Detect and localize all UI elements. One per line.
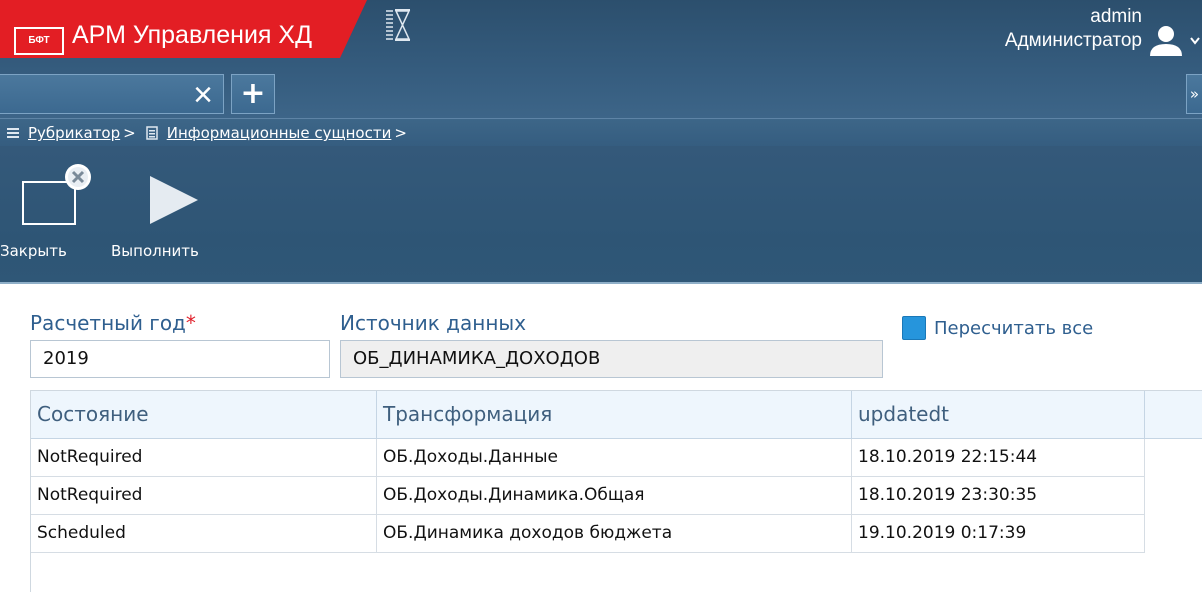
cell-state: NotRequired	[31, 439, 377, 477]
breadcrumb-separator: >	[394, 124, 407, 142]
year-input[interactable]: 2019	[30, 340, 330, 378]
toolbar: Закрыть Выполнить	[0, 146, 1202, 284]
brand-banner: БФТ АРМ Управления ХД	[0, 0, 367, 58]
cell-transformation: ОБ.Доходы.Данные	[377, 439, 852, 477]
source-field: ОБ_ДИНАМИКА_ДОХОДОВ	[340, 340, 883, 378]
tabs-overflow-icon[interactable]: »	[1186, 74, 1202, 114]
column-header-updatedt[interactable]: updatedt	[852, 391, 1145, 439]
close-icon[interactable]: ×	[193, 78, 213, 112]
table-row[interactable]: NotRequired ОБ.Доходы.Динамика.Общая 18.…	[31, 477, 1145, 515]
document-icon	[145, 126, 158, 140]
column-header-transformation[interactable]: Трансформация	[377, 391, 852, 439]
column-header-extra	[1145, 391, 1202, 439]
year-field-label: Расчетный год*	[30, 311, 196, 335]
cell-transformation: ОБ.Динамика доходов бюджета	[377, 515, 852, 553]
cell-updatedt: 18.10.2019 22:15:44	[852, 439, 1145, 477]
source-field-label: Источник данных	[340, 311, 527, 335]
required-mark: *	[185, 311, 196, 335]
app-title: АРМ Управления ХД	[72, 21, 313, 49]
chevron-down-icon[interactable]	[1190, 36, 1200, 46]
user-icon[interactable]	[1146, 22, 1186, 62]
recalc-all-label: Пересчитать все	[934, 317, 1094, 339]
run-button-label: Выполнить	[111, 242, 199, 260]
user-role: Администратор	[1004, 30, 1142, 51]
breadcrumb-bar: Рубрикатор > Информационные сущности >	[0, 118, 1202, 146]
user-info[interactable]: admin Администратор	[1005, 5, 1142, 53]
close-button-label: Закрыть	[0, 242, 67, 260]
close-form-icon	[22, 164, 91, 225]
checkbox-indicator[interactable]	[902, 316, 926, 340]
tab-bar: × + »	[0, 68, 1202, 114]
cell-updatedt: 18.10.2019 23:30:35	[852, 477, 1145, 515]
app-window: БФТ АРМ Управления ХД admin Администрато…	[0, 0, 1202, 592]
breadcrumb-item-rubricator[interactable]: Рубрикатор	[28, 124, 120, 142]
table-row[interactable]: Scheduled ОБ.Динамика доходов бюджета 19…	[31, 515, 1145, 553]
cell-state: Scheduled	[31, 515, 377, 553]
transform-grid: Состояние Трансформация updatedt NotRequ…	[30, 390, 1202, 592]
recalc-all-checkbox[interactable]: Пересчитать все	[902, 316, 1093, 340]
grid-header: Состояние Трансформация updatedt	[31, 391, 1202, 439]
table-row[interactable]: NotRequired ОБ.Доходы.Данные 18.10.2019 …	[31, 439, 1145, 477]
hourglass-icon[interactable]	[382, 8, 412, 42]
brand-logo: БФТ	[14, 27, 64, 55]
play-icon	[150, 176, 198, 224]
breadcrumb-separator: >	[123, 124, 136, 142]
breadcrumb-item-info-entities[interactable]: Информационные сущности	[167, 124, 392, 142]
column-header-state[interactable]: Состояние	[31, 391, 377, 439]
cell-state: NotRequired	[31, 477, 377, 515]
tab-active[interactable]: ×	[0, 74, 224, 114]
user-name: admin	[1090, 6, 1142, 27]
list-icon	[7, 128, 19, 138]
breadcrumb: Рубрикатор > Информационные сущности >	[0, 121, 410, 145]
cell-transformation: ОБ.Доходы.Динамика.Общая	[377, 477, 852, 515]
add-tab-button[interactable]: +	[231, 74, 275, 114]
cell-updatedt: 19.10.2019 0:17:39	[852, 515, 1145, 553]
year-label-text: Расчетный год	[30, 311, 186, 335]
app-header: БФТ АРМ Управления ХД admin Администрато…	[0, 0, 1202, 118]
